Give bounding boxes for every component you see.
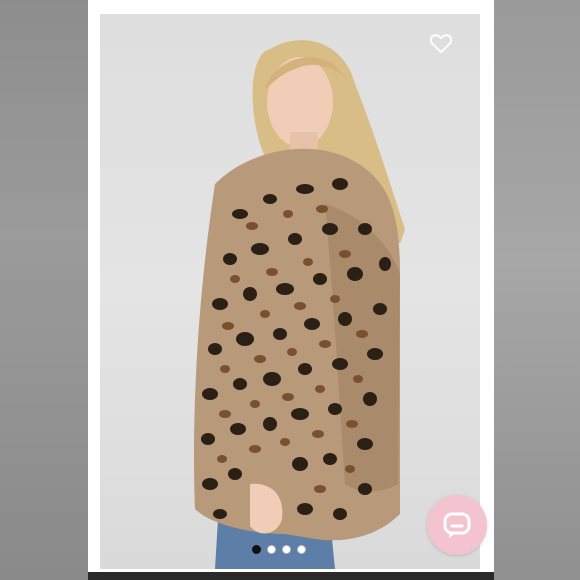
heart-outline-icon — [429, 34, 453, 54]
chat-button[interactable] — [427, 495, 487, 555]
blurred-background-right — [494, 0, 580, 580]
carousel-dot[interactable] — [282, 545, 291, 554]
carousel-indicator — [252, 545, 306, 554]
bottom-edge-bar — [88, 572, 494, 580]
chat-bubble-icon — [443, 512, 471, 538]
photo-illustration — [194, 40, 405, 569]
like-button[interactable] — [428, 30, 454, 56]
carousel-dot[interactable] — [297, 545, 306, 554]
carousel-dot[interactable] — [267, 545, 276, 554]
carousel-dot[interactable] — [252, 545, 261, 554]
blurred-background-left — [0, 0, 88, 580]
listing-photo[interactable] — [100, 14, 480, 569]
